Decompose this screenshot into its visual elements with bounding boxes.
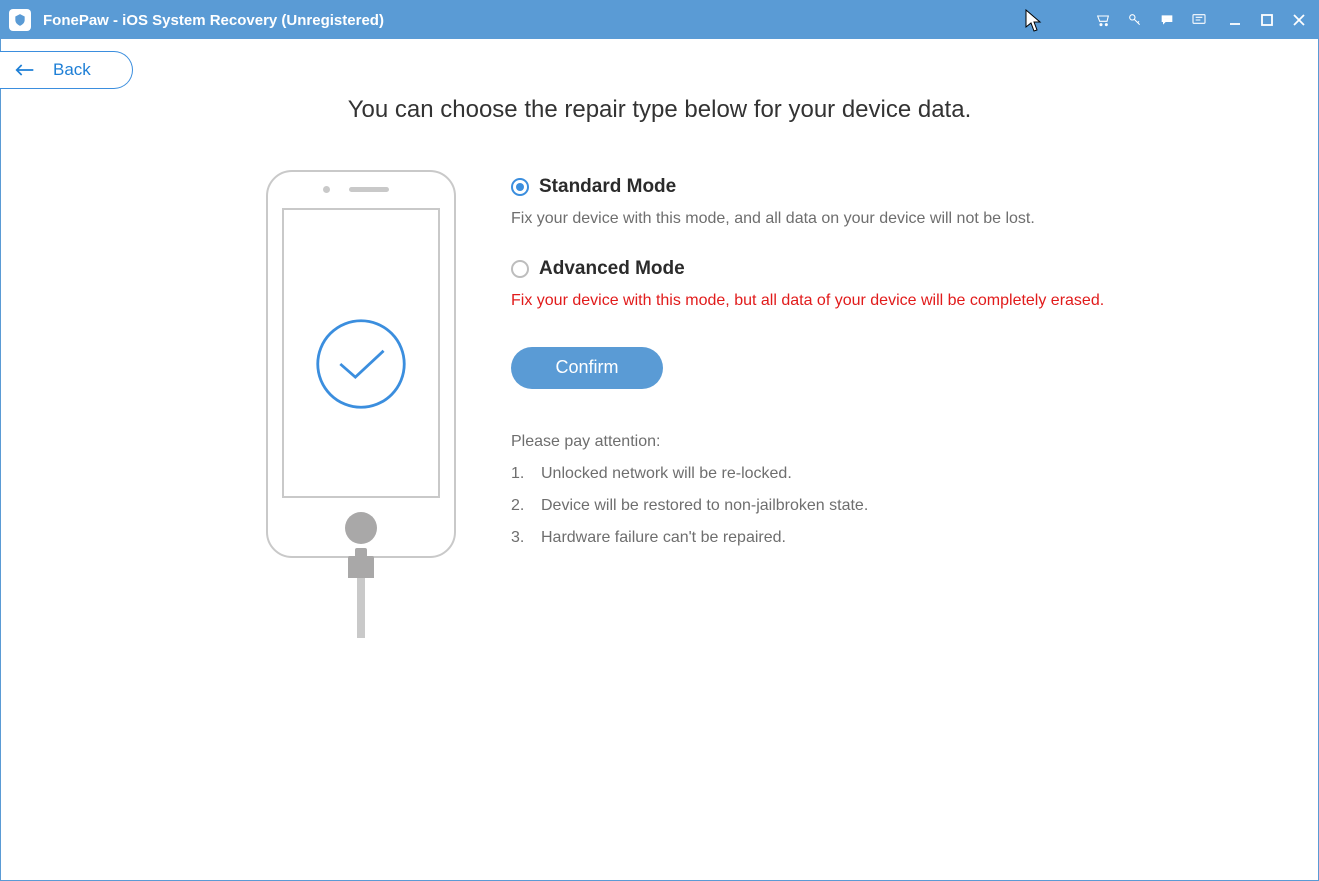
back-button[interactable]: Back [0,51,133,89]
page-heading: You can choose the repair type below for… [41,96,1278,124]
mode-advanced: Advanced Mode Fix your device with this … [511,258,1131,312]
attention-item: 1.Unlocked network will be re-locked. [511,465,1131,483]
chat-icon[interactable] [1158,11,1176,29]
maximize-button[interactable] [1258,11,1276,29]
checkmark-circle-icon [314,317,408,411]
titlebar-actions [1094,11,1208,29]
key-icon[interactable] [1126,11,1144,29]
attention-heading: Please pay attention: [511,433,1131,451]
window-title: FonePaw - iOS System Recovery (Unregiste… [43,12,1094,29]
mode-standard-label: Standard Mode [539,176,676,198]
attention-section: Please pay attention: 1.Unlocked network… [511,433,1131,547]
attention-item: 2.Device will be restored to non-jailbro… [511,497,1131,515]
cable-icon [357,578,365,638]
back-label: Back [53,60,91,80]
mode-advanced-radio[interactable]: Advanced Mode [511,258,1131,280]
cart-icon[interactable] [1094,11,1112,29]
mode-advanced-desc: Fix your device with this mode, but all … [511,290,1131,312]
confirm-button[interactable]: Confirm [511,347,663,389]
arrow-left-icon [15,63,35,77]
attention-item: 3.Hardware failure can't be repaired. [511,529,1131,547]
feedback-icon[interactable] [1190,11,1208,29]
minimize-button[interactable] [1226,11,1244,29]
main-content: You can choose the repair type below for… [1,96,1318,638]
app-logo-icon [9,9,31,31]
phone-outline-icon [266,170,456,558]
radio-selected-icon [511,178,529,196]
connector-icon [348,556,374,578]
options-panel: Standard Mode Fix your device with this … [511,170,1131,638]
mode-standard-radio[interactable]: Standard Mode [511,176,1131,198]
mode-advanced-label: Advanced Mode [539,258,685,280]
window-controls [1226,11,1308,29]
titlebar: FonePaw - iOS System Recovery (Unregiste… [1,1,1318,39]
close-button[interactable] [1290,11,1308,29]
radio-unselected-icon [511,260,529,278]
mode-standard: Standard Mode Fix your device with this … [511,176,1131,230]
mode-standard-desc: Fix your device with this mode, and all … [511,208,1131,230]
device-illustration [261,170,461,638]
